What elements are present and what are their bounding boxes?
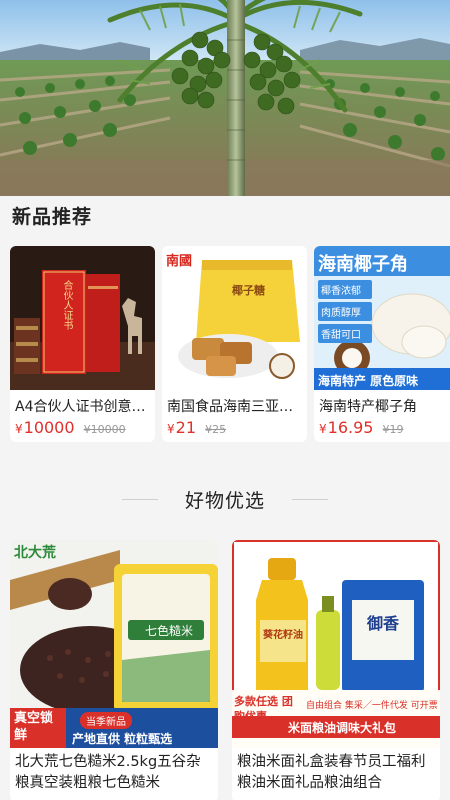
thumb-title: 海南椰子角 <box>318 254 408 275</box>
thumb-badge-left: 多款任选 团购优惠 <box>234 695 293 723</box>
new-products-title: 新品推荐 <box>12 206 93 228</box>
thumb-badge-bottom: 米面粮油调味大礼包 <box>288 721 397 735</box>
product-old-price: ¥10000 <box>83 423 126 436</box>
product-name[interactable]: 海南特产椰子角 <box>319 396 447 416</box>
product-image: 葵花籽油 御香 多款任选 团购优惠 自由组合 集采／一件代发 可开票 米面粮油调… <box>232 540 440 748</box>
thumb-footer: 海南特产 原色原味 <box>318 374 419 388</box>
product-price-row: ¥16.95 ¥19 <box>319 418 404 437</box>
product-price: ¥21 <box>167 418 196 437</box>
featured-product-card[interactable]: 葵花籽油 御香 多款任选 团购优惠 自由组合 集采／一件代发 可开票 米面粮油调… <box>232 540 440 800</box>
thumb-bullets: 椰香浓郁 肉质醇厚 香甜可口 <box>318 280 372 343</box>
product-name[interactable]: A4合伙人证书创意高档聘书 <box>15 396 153 416</box>
product-name[interactable]: 北大荒七色糙米2.5kg五谷杂粮真空装粗粮七色糙米 <box>15 752 215 796</box>
product-old-price: ¥19 <box>382 423 404 436</box>
thumb-badge-left: 真空锁鲜 <box>14 711 54 743</box>
thumb-brand: 南國 <box>166 254 193 269</box>
product-price: ¥16.95 <box>319 418 374 437</box>
thumb-oil-label: 葵花籽油 <box>263 630 303 641</box>
coconut-palm-plantation-photo <box>0 0 450 196</box>
product-card[interactable]: 南國 椰子糖 南国食品海南三亚特产椰子糖 ¥21 ¥25 <box>162 246 307 442</box>
product-price-row: ¥10000 ¥10000 <box>15 418 126 437</box>
product-name[interactable]: 粮油米面礼盒装春节员工福利粮油米面礼品粮油组合 <box>237 752 437 796</box>
good-picks-header: 好物优选 <box>0 484 450 514</box>
product-name[interactable]: 南国食品海南三亚特产椰子糖 <box>167 396 305 416</box>
banner-carousel[interactable] <box>0 0 450 196</box>
product-image: 合伙人证书 <box>10 246 155 390</box>
product-old-price: ¥25 <box>205 423 227 436</box>
thumb-title: 合伙人证书 <box>61 280 72 330</box>
featured-product-card[interactable]: 北大荒 七色糙米 真空锁鲜 当季新品 产地直供 粒粒甄选 北大荒七色糙米2.5k… <box>10 540 218 800</box>
thumb-rice-label: 御香 <box>366 614 399 633</box>
thumb-title: 椰子糖 <box>232 284 265 297</box>
thumb-badge-bottom: 产地直供 粒粒甄选 <box>72 732 173 746</box>
product-image: 北大荒 七色糙米 真空锁鲜 当季新品 产地直供 粒粒甄选 <box>10 540 218 748</box>
product-card[interactable]: 合伙人证书 A4合伙人证书创意高档聘书 ¥10000 ¥10000 <box>10 246 155 442</box>
thumb-brand: 北大荒 <box>14 545 56 561</box>
product-price-row: ¥21 ¥25 <box>167 418 226 437</box>
thumb-pack: 七色糙米 <box>144 624 193 638</box>
thumb-badge-top: 自由组合 集采／一件代发 可开票 <box>306 701 438 711</box>
product-price: ¥10000 <box>15 418 75 437</box>
divider <box>292 499 328 500</box>
new-products-list[interactable]: 合伙人证书 A4合伙人证书创意高档聘书 ¥10000 ¥10000 南國 椰子糖… <box>0 246 450 446</box>
product-card[interactable]: 海南椰子角 椰香浓郁 肉质醇厚 香甜可口 海南特产 原色原味 海南特产椰子角 ¥… <box>314 246 450 442</box>
thumb-badge-top: 当季新品 <box>80 712 132 729</box>
product-image: 海南椰子角 椰香浓郁 肉质醇厚 香甜可口 海南特产 原色原味 <box>314 246 450 390</box>
good-picks-title: 好物优选 <box>184 490 265 512</box>
product-image: 南國 椰子糖 <box>162 246 307 390</box>
